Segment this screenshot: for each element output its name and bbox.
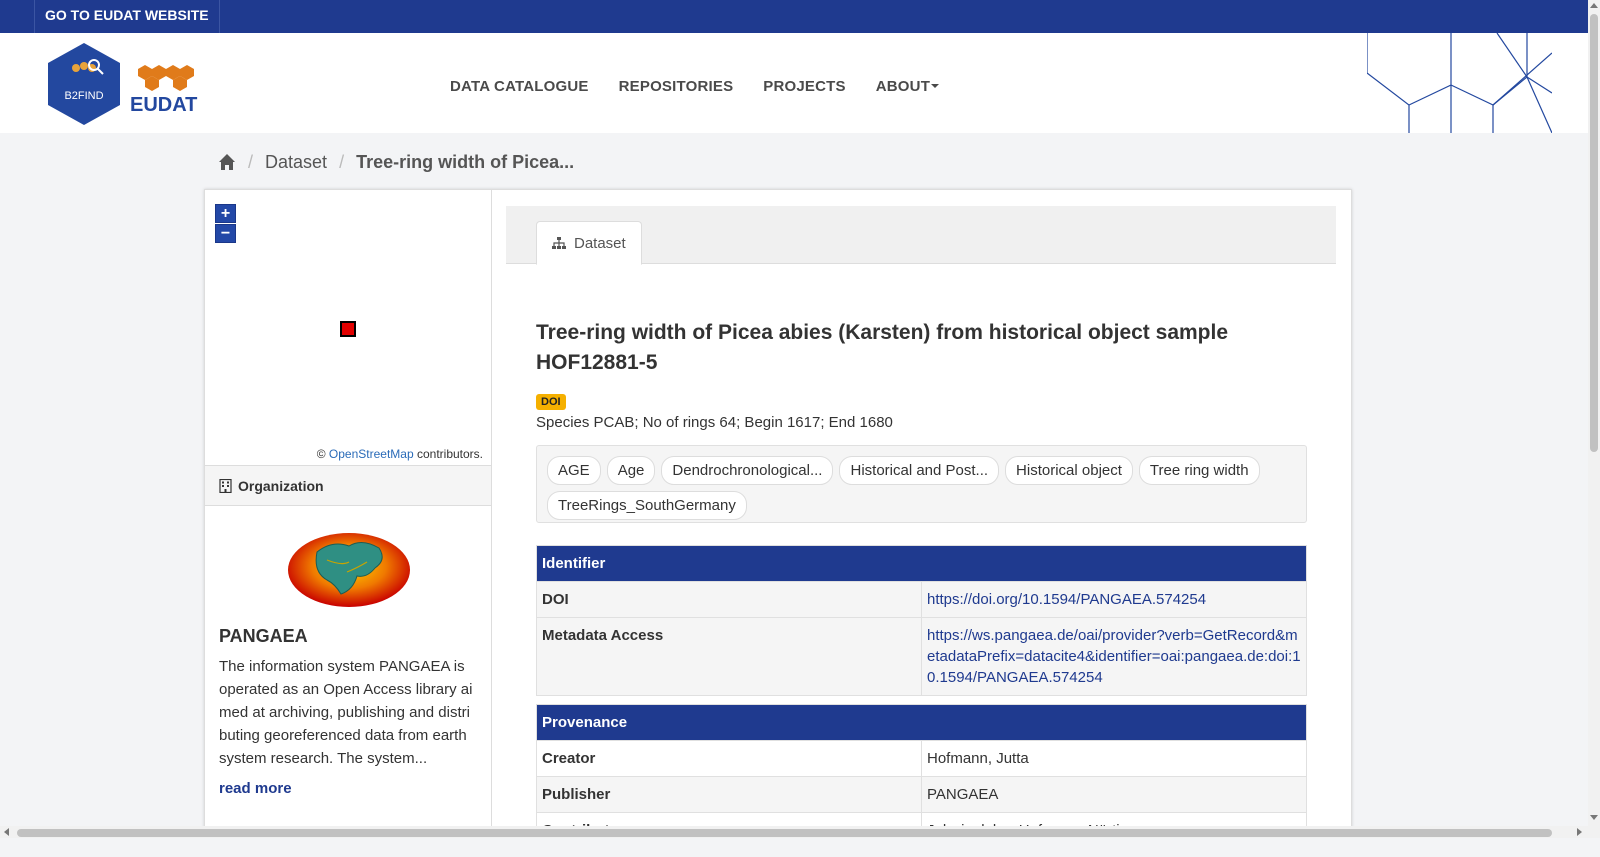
row-key: Publisher bbox=[536, 776, 922, 813]
tab-dataset-label: Dataset bbox=[574, 234, 626, 252]
main-nav: DATA CATALOGUE REPOSITORIES PROJECTS ABO… bbox=[450, 78, 969, 95]
row-value: PANGAEA bbox=[921, 776, 1307, 813]
organization-name: PANGAEA bbox=[219, 626, 308, 646]
breadcrumb: / Dataset / Tree-ring width of Picea... bbox=[218, 151, 574, 173]
scroll-down-icon[interactable] bbox=[1590, 815, 1598, 820]
table-row: Creator Hofmann, Jutta bbox=[536, 740, 1307, 777]
bottom-strip bbox=[0, 838, 1600, 857]
home-icon[interactable] bbox=[218, 153, 236, 171]
site-header: B2FIND EUDAT DATA CATALOGUE REPOSITORIES… bbox=[0, 33, 1600, 133]
zoom-out-button[interactable]: − bbox=[215, 224, 236, 243]
tag-item[interactable]: Historical and Post... bbox=[839, 456, 1000, 485]
sidebar: + − © OpenStreetMap contributors. Organi… bbox=[205, 190, 492, 857]
organization-heading: Organization bbox=[205, 465, 491, 506]
scroll-left-icon[interactable] bbox=[4, 828, 9, 836]
tag-item[interactable]: Tree ring width bbox=[1138, 456, 1260, 485]
map-location-marker[interactable] bbox=[340, 321, 356, 337]
provenance-heading: Provenance bbox=[536, 704, 1307, 741]
top-bar: GO TO EUDAT WEBSITE bbox=[0, 0, 1600, 33]
svg-text:B2FIND: B2FIND bbox=[64, 90, 103, 102]
identifier-heading: Identifier bbox=[536, 545, 1307, 582]
building-icon bbox=[219, 478, 232, 493]
scroll-right-icon[interactable] bbox=[1577, 828, 1582, 836]
metadata-access-link[interactable]: https://ws.pangaea.de/oai/provider?verb=… bbox=[927, 627, 1301, 686]
nav-about-label: ABOUT bbox=[875, 78, 931, 95]
vertical-scroll-thumb[interactable] bbox=[1590, 14, 1598, 452]
row-value: https://ws.pangaea.de/oai/provider?verb=… bbox=[921, 617, 1307, 696]
breadcrumb-separator: / bbox=[248, 151, 254, 172]
map-attribution: © OpenStreetMap contributors. bbox=[317, 447, 483, 461]
main-container: + − © OpenStreetMap contributors. Organi… bbox=[204, 189, 1352, 857]
nav-projects[interactable]: PROJECTS bbox=[763, 78, 845, 95]
row-key: Metadata Access bbox=[536, 617, 922, 696]
tab-dataset[interactable]: Dataset bbox=[536, 221, 642, 265]
doi-badge: DOI bbox=[536, 394, 566, 410]
vertical-scrollbar[interactable] bbox=[1588, 0, 1600, 826]
openstreetmap-link[interactable]: OpenStreetMap bbox=[329, 447, 414, 461]
breadcrumb-current: Tree-ring width of Picea... bbox=[356, 151, 575, 172]
keyword-tags: AGE Age Dendrochronological... Historical a… bbox=[536, 445, 1307, 523]
table-row: DOI https://doi.org/10.1594/PANGAEA.5742… bbox=[536, 581, 1307, 618]
horizontal-scrollbar[interactable] bbox=[0, 826, 1600, 838]
dataset-content: Dataset Tree-ring width of Picea abies (… bbox=[506, 206, 1336, 857]
row-key: Creator bbox=[536, 740, 922, 777]
identifier-table: Identifier DOI https://doi.org/10.1594/P… bbox=[536, 545, 1307, 696]
read-more-link[interactable]: read more bbox=[219, 780, 292, 797]
tag-item[interactable]: Historical object bbox=[1005, 456, 1133, 485]
doi-link[interactable]: https://doi.org/10.1594/PANGAEA.574254 bbox=[927, 591, 1206, 608]
row-value: https://doi.org/10.1594/PANGAEA.574254 bbox=[921, 581, 1307, 618]
attribution-copyright: © bbox=[316, 447, 326, 461]
tag-item[interactable]: Dendrochronological... bbox=[661, 456, 834, 485]
dataset-title: Tree-ring width of Picea abies (Karsten)… bbox=[536, 321, 1229, 374]
nav-about[interactable]: ABOUT bbox=[875, 78, 940, 95]
table-row: Publisher PANGAEA bbox=[536, 776, 1307, 813]
scroll-up-icon[interactable] bbox=[1590, 3, 1598, 8]
table-row: Metadata Access https://ws.pangaea.de/oa… bbox=[536, 617, 1307, 696]
sitemap-icon bbox=[552, 237, 566, 249]
zoom-in-button[interactable]: + bbox=[215, 204, 236, 223]
nav-repositories[interactable]: REPOSITORIES bbox=[619, 78, 734, 95]
eudat-website-link[interactable]: GO TO EUDAT WEBSITE bbox=[34, 0, 220, 33]
row-key: DOI bbox=[536, 581, 922, 618]
caret-down-icon bbox=[931, 84, 940, 89]
location-map[interactable]: + − © OpenStreetMap contributors. bbox=[205, 190, 491, 465]
breadcrumb-dataset[interactable]: Dataset bbox=[265, 152, 327, 173]
tag-item[interactable]: TreeRings_SouthGermany bbox=[547, 491, 747, 520]
nav-data-catalogue[interactable]: DATA CATALOGUE bbox=[450, 78, 589, 95]
pangaea-logo[interactable] bbox=[287, 532, 411, 608]
organization-heading-label: Organization bbox=[238, 477, 324, 494]
tag-item[interactable]: Age bbox=[606, 456, 656, 485]
horizontal-scroll-thumb[interactable] bbox=[17, 829, 1552, 837]
row-value: Hofmann, Jutta bbox=[921, 740, 1307, 777]
hexagon-decoration bbox=[1367, 33, 1552, 133]
attribution-suffix: contributors. bbox=[416, 447, 483, 461]
svg-text:EUDAT: EUDAT bbox=[130, 94, 197, 116]
b2find-eudat-logo[interactable]: B2FIND EUDAT bbox=[48, 43, 208, 125]
tag-item[interactable]: AGE bbox=[547, 456, 601, 485]
dataset-summary: Species PCAB; No of rings 64; Begin 1617… bbox=[536, 414, 893, 431]
tabs-bar: Dataset bbox=[506, 206, 1336, 265]
breadcrumb-separator: / bbox=[339, 151, 345, 172]
organization-description: The information system PANGAEA is operat… bbox=[219, 658, 473, 767]
